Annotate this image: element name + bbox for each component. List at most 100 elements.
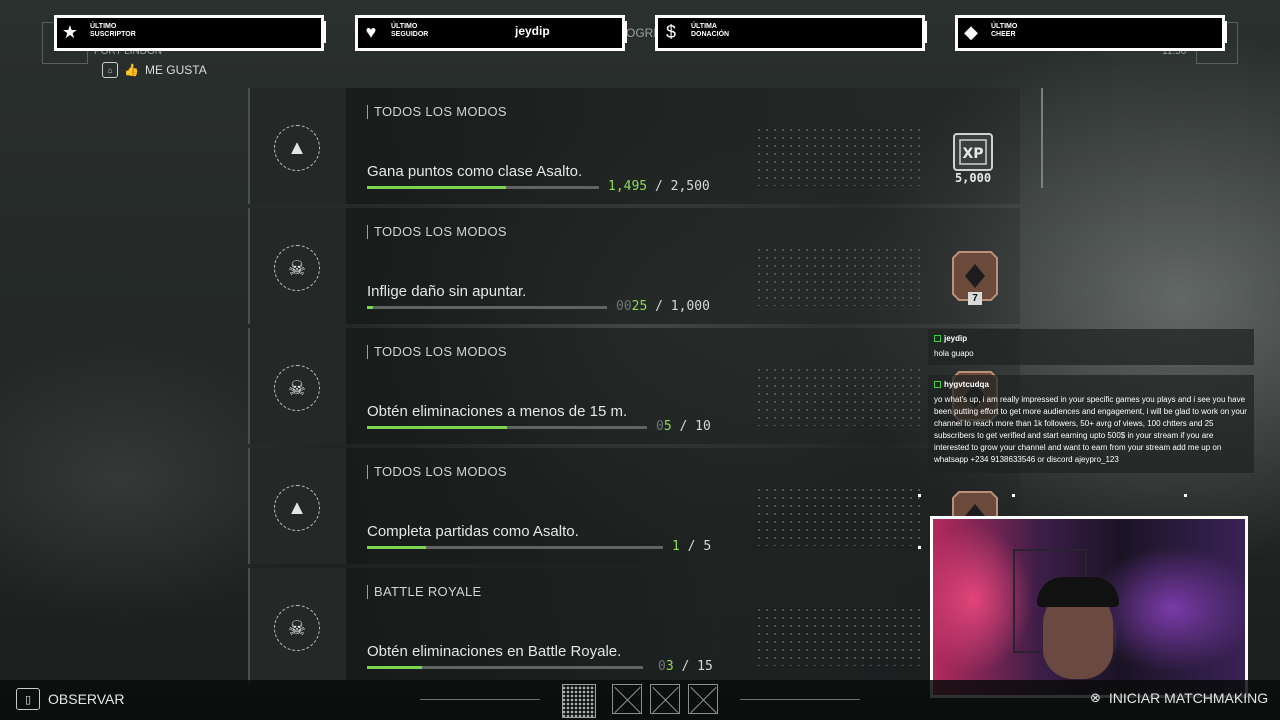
xp-label: XP	[962, 146, 983, 162]
challenge-mode: TODOS LOS MODOS	[367, 225, 507, 239]
alert-last-donation: $ ÚLTIMA DONACIÓN	[655, 15, 927, 51]
challenge-progress-text: 1 / 5	[672, 539, 712, 554]
challenge-description: Obtén eliminaciones en Battle Royale.	[367, 643, 622, 660]
decorative-dot-grid	[755, 606, 925, 666]
progress-total: 5	[703, 539, 712, 554]
challenge-card[interactable]: ☠ TODOS LOS MODOS Inflige daño sin apuntar…	[248, 208, 1020, 324]
progress-total: 2,500	[670, 179, 710, 194]
heart-icon: ♥	[365, 21, 377, 42]
challenge-mode: TODOS LOS MODOS	[367, 105, 507, 119]
divider	[740, 699, 860, 700]
progress-current: 25	[631, 299, 648, 314]
challenge-progress-bar	[367, 306, 607, 309]
alert-label-1: ÚLTIMO	[991, 23, 1018, 30]
alert-name: jeydip	[515, 24, 550, 38]
observe-button[interactable]: ▯ OBSERVAR	[16, 688, 125, 710]
chat-text: hola guapo	[934, 349, 974, 358]
alert-label-1: ÚLTIMO	[391, 23, 418, 30]
decorative-dot-grid	[755, 126, 925, 186]
challenge-progress-bar	[367, 426, 647, 429]
alert-label-2: SUSCRIPTOR	[90, 31, 136, 38]
challenge-card[interactable]: ☠ BATTLE ROYALE Obtén eliminaciones en Bat…	[248, 568, 1020, 684]
chat-message: hygvtcudqa yo what's up, i am really imp…	[928, 375, 1254, 473]
progress-total: 1,000	[670, 299, 710, 314]
progress-current: 1	[672, 539, 680, 554]
chat-message: jeydip hola guapo	[928, 329, 1254, 365]
reward-badge: 7	[968, 292, 982, 305]
alert-last-subscriber: ★ ÚLTIMO SUSCRIPTOR	[54, 15, 326, 51]
progress-current: 1,495	[608, 179, 648, 194]
decorative-dot-grid	[755, 366, 925, 426]
alert-label-1: ÚLTIMO	[90, 23, 117, 30]
challenge-progress-text: 03 / 15	[658, 659, 713, 674]
chat-badge-icon	[934, 381, 941, 388]
star-icon: ★	[61, 21, 79, 42]
empty-slot-icon[interactable]	[650, 684, 680, 714]
matchmaking-label: INICIAR MATCHMAKING	[1108, 690, 1269, 706]
alert-label-2: SEGUIDOR	[391, 31, 429, 38]
webcam-corner-mark	[1184, 494, 1187, 497]
challenge-progress-text: 1,495 / 2,500	[608, 179, 710, 194]
alert-last-follower: ♥ ÚLTIMO SEGUIDOR jeydip	[355, 15, 627, 51]
progress-total: 10	[695, 419, 711, 434]
challenge-card[interactable]: ▲ TODOS LOS MODOS Gana puntos como clase A…	[248, 88, 1020, 204]
challenge-description: Inflige daño sin apuntar.	[367, 283, 527, 300]
challenge-description: Completa partidas como Asalto.	[367, 523, 579, 540]
progress-current: 5	[663, 419, 672, 434]
webcam-corner-mark	[918, 494, 921, 497]
xp-amount: 5,000	[955, 171, 991, 184]
challenge-progress-text: 0025 / 1,000	[616, 299, 710, 314]
challenge-progress-fill	[367, 546, 427, 549]
challenge-scrollbar[interactable]	[1041, 88, 1043, 188]
challenge-progress-bar	[367, 546, 663, 549]
webcam-corner-mark	[1012, 494, 1015, 497]
challenge-progress-text: 05 / 10	[656, 419, 711, 434]
diamond-icon: ◆	[964, 21, 978, 42]
challenge-mode: TODOS LOS MODOS	[367, 345, 507, 359]
controller-x-icon: ⊗	[1090, 690, 1101, 705]
alert-label-2: DONACIÓN	[691, 31, 730, 38]
keyboard-key-icon: ⌂	[102, 62, 118, 78]
challenge-mode: BATTLE ROYALE	[367, 585, 481, 599]
like-button[interactable]: ⌂ 👍 ME GUSTA	[102, 62, 207, 78]
chat-user: hygvtcudqa	[944, 380, 989, 389]
progress-leading-zeros: 0	[656, 419, 664, 434]
alert-last-cheer: ◆ ÚLTIMO CHEER	[955, 15, 1227, 51]
thumbs-up-icon: 👍	[124, 63, 139, 77]
challenge-progress-fill	[367, 186, 506, 189]
skull-crossbones-icon: ☠	[274, 365, 320, 411]
challenge-progress-fill	[367, 426, 507, 429]
webcam-corner-mark	[918, 546, 921, 549]
webcam-feed	[930, 516, 1248, 698]
challenge-progress-bar	[367, 666, 643, 669]
observe-label: OBSERVAR	[48, 691, 125, 707]
challenge-progress-bar	[367, 186, 599, 189]
challenge-card[interactable]: ☠ TODOS LOS MODOS Obtén eliminaciones a me…	[248, 328, 1020, 444]
chat-text: yo what's up, i am really impressed in y…	[934, 395, 1247, 464]
start-matchmaking-button[interactable]: ⊗ INICIAR MATCHMAKING	[1090, 690, 1268, 706]
decorative-dot-grid	[755, 246, 925, 306]
skull-crossbones-icon: ☠	[274, 245, 320, 291]
class-assault-icon: ▲	[274, 485, 320, 531]
progress-current: 3	[665, 659, 674, 674]
alert-label-2: CHEER	[991, 31, 1016, 38]
decorative-dot-grid	[755, 486, 925, 546]
challenge-description: Gana puntos como clase Asalto.	[367, 163, 583, 180]
chat-badge-icon	[934, 335, 941, 342]
class-assault-icon: ▲	[274, 125, 320, 171]
squad-emblem-icon[interactable]	[562, 684, 596, 718]
challenge-progress-fill	[367, 306, 373, 309]
progress-total: 15	[697, 659, 713, 674]
challenge-description: Obtén eliminaciones a menos de 15 m.	[367, 403, 628, 420]
alert-label-1: ÚLTIMA	[691, 23, 717, 30]
challenge-card[interactable]: ▲ TODOS LOS MODOS Completa partidas como A…	[248, 448, 1020, 564]
dollar-icon: $	[665, 21, 676, 42]
xp-reward-icon: XP 5,000	[953, 133, 993, 184]
challenge-progress-fill	[367, 666, 423, 669]
divider	[420, 699, 540, 700]
progress-leading-zeros: 0	[658, 659, 666, 674]
empty-slot-icon[interactable]	[688, 684, 718, 714]
progress-leading-zeros: 00	[616, 299, 632, 314]
empty-slot-icon[interactable]	[612, 684, 642, 714]
challenge-mode: TODOS LOS MODOS	[367, 465, 507, 479]
